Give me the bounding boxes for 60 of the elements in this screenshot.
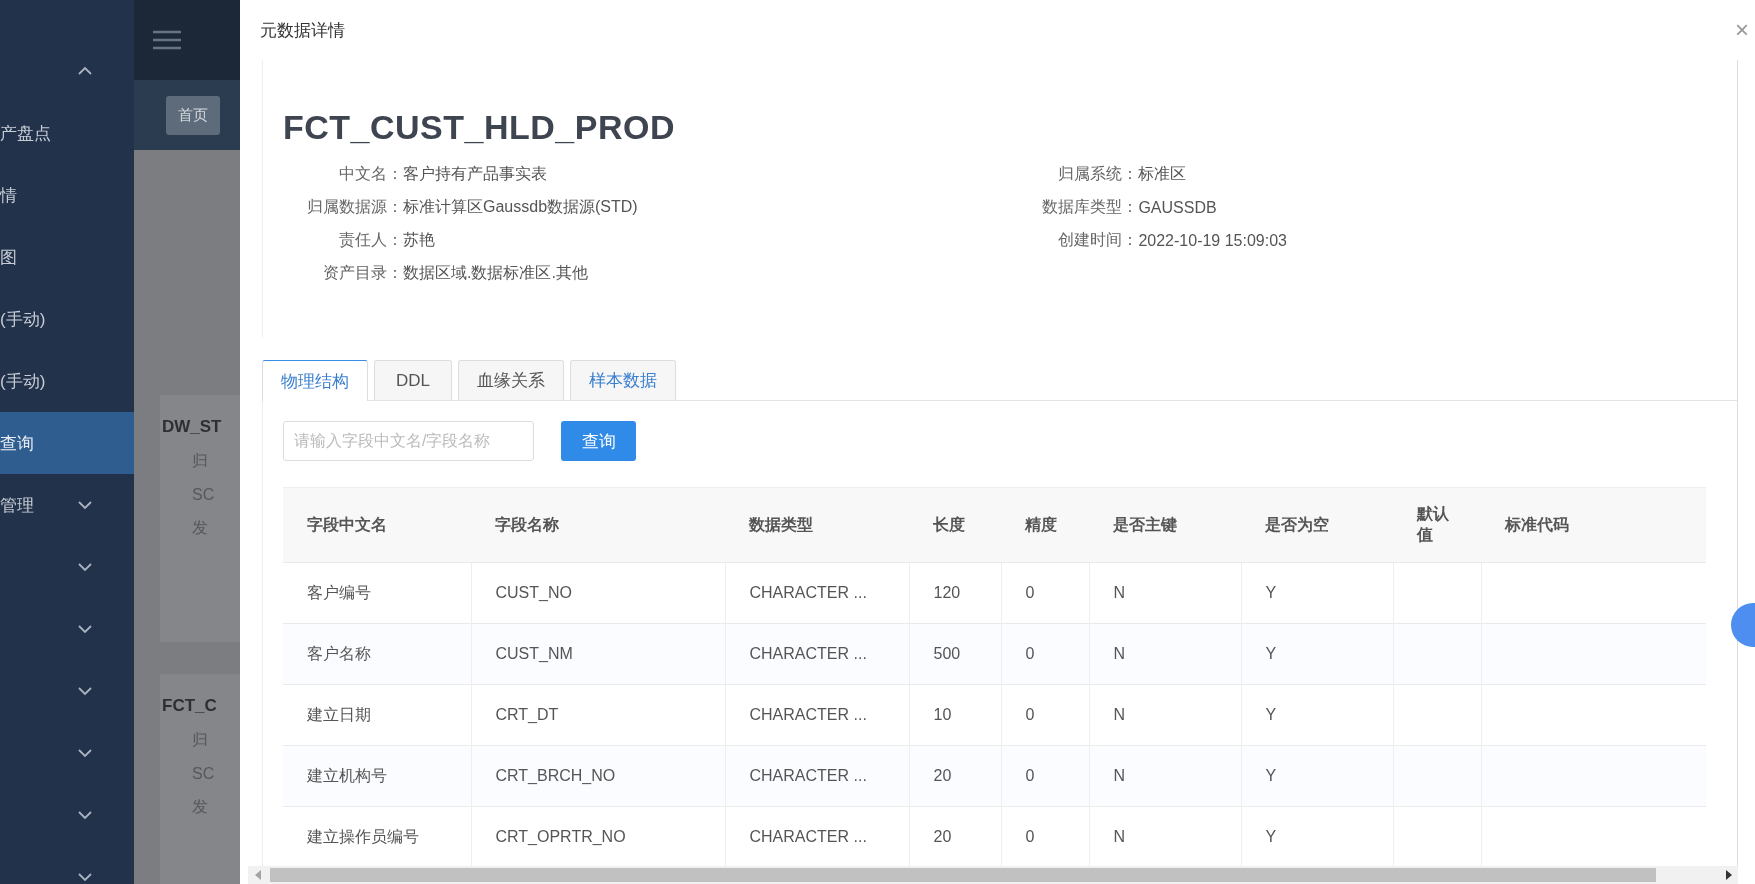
field-label: 归属系统： [1057, 164, 1139, 184]
table-cell: 20 [909, 745, 1001, 807]
table-cell: Y [1241, 745, 1393, 807]
column-header: 字段名称 [471, 487, 725, 563]
table-cell: 0 [1001, 745, 1089, 807]
sidebar-item[interactable]: 产盘点 [0, 102, 134, 164]
sidebar-item[interactable]: 查询 [0, 412, 134, 474]
table-cell: N [1089, 623, 1241, 685]
sidebar-item[interactable]: (手动) [0, 288, 134, 350]
search-field[interactable]: 请输入字段中文名/字段名称 [283, 421, 534, 461]
tab[interactable]: 血缘关系 [458, 360, 564, 400]
field-value: 客户持有产品事实表 [403, 164, 547, 184]
column-header: 标准代码 [1481, 487, 1706, 563]
field-label: 归属数据源： [306, 197, 403, 217]
table-cell: 客户名称 [283, 623, 471, 685]
field-label: 资产目录： [322, 263, 403, 283]
column-header: 数据类型 [725, 487, 909, 563]
page-tab[interactable]: 首页 [166, 95, 220, 135]
tab[interactable]: 物理结构 [262, 360, 368, 401]
field-label: 责任人： [338, 230, 403, 250]
table-cell: CRT_BRCH_NO [471, 745, 725, 807]
field-label: 中文名： [338, 164, 403, 184]
table-cell: N [1089, 745, 1241, 807]
field-value: GAUSSDB [1138, 198, 1217, 217]
field-label: 数据库类型： [1041, 197, 1139, 217]
table-cell: CHARACTER ... [725, 745, 909, 807]
column-header: 是否为空 [1241, 487, 1393, 563]
column-header: 字段中文名 [283, 487, 471, 563]
dialog-title: 元数据详情 [260, 19, 345, 42]
table-cell: CUST_NM [471, 623, 725, 685]
field-value: 2022-10-19 15:09:03 [1138, 231, 1287, 250]
card-title: FCT_C [161, 696, 218, 716]
table-name: FCT_CUST_HLD_PROD [283, 108, 676, 147]
scrollbar-thumb[interactable] [270, 868, 1656, 882]
tab[interactable]: DDL [374, 360, 452, 400]
card-title: DW_ST [161, 417, 223, 437]
tab[interactable]: 样本数据 [570, 360, 676, 400]
menu-icon[interactable] [152, 29, 182, 51]
horizontal-scrollbar[interactable] [248, 866, 1738, 884]
table-cell: 建立机构号 [283, 745, 471, 807]
column-header: 精度 [1001, 487, 1089, 563]
table-cell: CHARACTER ... [725, 623, 909, 685]
table-cell: Y [1241, 623, 1393, 685]
sidebar-item[interactable]: (手动) [0, 350, 134, 412]
scroll-left-icon[interactable] [254, 870, 262, 880]
table-cell: 0 [1001, 623, 1089, 685]
field-value: 数据区域.数据标准区.其他 [403, 263, 588, 283]
sidebar-item[interactable]: 管理 [0, 474, 134, 536]
field-value: 标准计算区Gaussdb数据源(STD) [403, 197, 638, 217]
sidebar-item[interactable]: 情 [0, 164, 134, 226]
field-value: 标准区 [1138, 164, 1187, 184]
field-label: 创建时间： [1057, 230, 1139, 250]
scroll-right-icon[interactable] [1725, 870, 1733, 880]
column-header: 默认值 [1393, 487, 1481, 563]
table-cell: 500 [909, 623, 1001, 685]
field-value: 苏艳 [403, 230, 435, 250]
sidebar-item[interactable]: 图 [0, 226, 134, 288]
search-button[interactable]: 查询 [561, 421, 636, 461]
column-header: 是否主键 [1089, 487, 1241, 563]
column-header: 长度 [909, 487, 1001, 563]
